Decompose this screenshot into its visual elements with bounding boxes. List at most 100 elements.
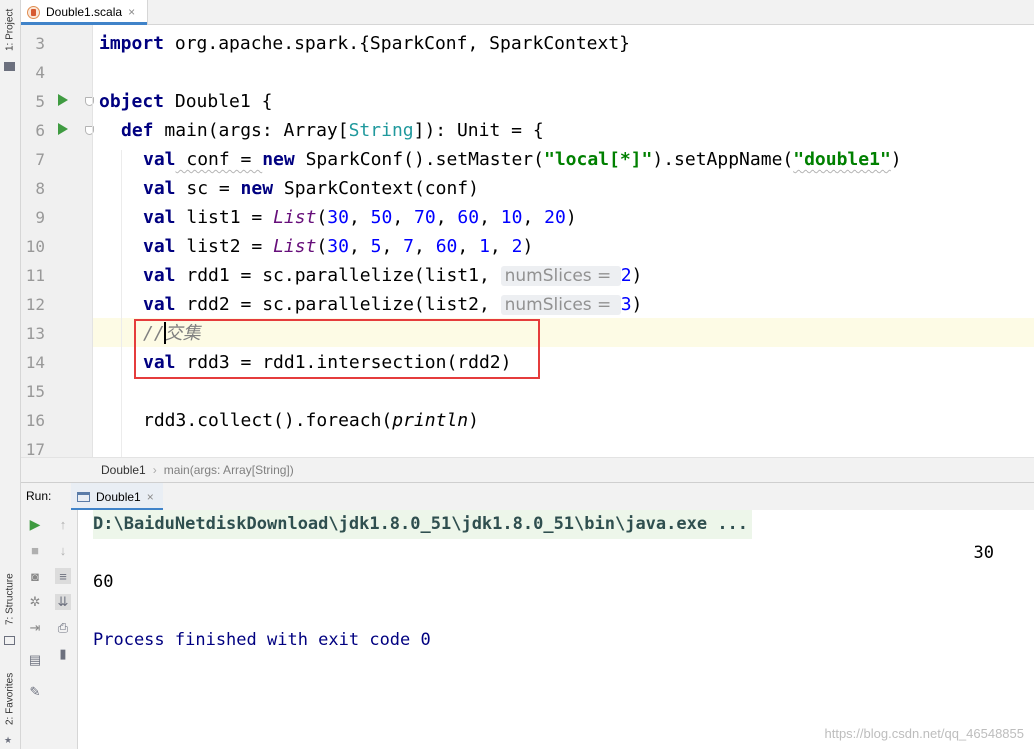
keyword: val [143, 178, 176, 199]
keyword: import [99, 33, 165, 54]
run-toolbar-primary: ▶ ■ ◙ ✲ ⇥ ▤ ✎ [21, 510, 49, 749]
console-command-line: D:\BaiduNetdiskDownload\jdk1.8.0_51\jdk1… [93, 510, 753, 539]
trash-icon[interactable]: ▮ [55, 646, 71, 662]
number-literal: 50 [370, 207, 393, 228]
console-icon [77, 491, 90, 502]
pin-icon[interactable]: ✎ [27, 684, 43, 700]
arrow-up-icon[interactable]: ↑ [55, 516, 71, 532]
code-line-12: val rdd2 = sc.parallelize(list2, numSlic… [143, 290, 642, 319]
line-number: 6 [35, 121, 45, 140]
type-name: String [348, 120, 414, 141]
code-text: , [435, 207, 458, 228]
code-text: org.apache.spark.{SparkConf, SparkContex… [164, 33, 631, 54]
soft-wrap-icon[interactable]: ≡ [55, 568, 71, 584]
watermark: https://blog.csdn.net/qq_46548855 [824, 726, 1025, 741]
code-text: ) [631, 265, 643, 286]
number-literal: 2 [511, 236, 523, 257]
run-main-icon[interactable] [58, 123, 68, 135]
keyword: val [143, 265, 176, 286]
breadcrumb-item-object[interactable]: Double1 [101, 463, 146, 477]
code-text: ) [565, 207, 577, 228]
code-line-9: val list1 = List(30, 50, 70, 60, 10, 20) [143, 203, 577, 232]
structure-tab-label: 7: Structure [4, 573, 16, 625]
code-text: , [348, 207, 371, 228]
camera-icon[interactable]: ◙ [27, 568, 43, 584]
number-literal: 7 [403, 236, 415, 257]
code-text: list1 = [175, 207, 274, 228]
line-number: 8 [35, 179, 45, 198]
code-text: , [479, 207, 501, 228]
parameter-hint: numSlices = [500, 295, 621, 315]
console-output-line: 60 [93, 572, 114, 592]
number-literal: 60 [435, 236, 458, 257]
run-object-icon[interactable] [58, 94, 68, 106]
structure-tool-tab[interactable]: 7: Structure [1, 565, 19, 633]
code-text: Double1 { [164, 91, 273, 112]
number-literal: 3 [620, 294, 632, 315]
file-tab-double1-scala[interactable]: Double1.scala × [21, 0, 148, 25]
keyword: val [143, 207, 176, 228]
print-icon[interactable]: ⎙ [55, 620, 71, 636]
code-text: sc = [175, 178, 241, 199]
line-number: 13 [25, 324, 45, 343]
number-literal: 30 [327, 207, 349, 228]
run-tab-double1[interactable]: Double1 × [71, 483, 163, 511]
code-line-3: import org.apache.spark.{SparkConf, Spar… [99, 29, 630, 58]
line-number: 5 [35, 92, 45, 111]
code-text: ) [522, 236, 534, 257]
code-text: , [522, 207, 545, 228]
code-text: list2 = [175, 236, 274, 257]
string-literal: "double1" [793, 149, 891, 170]
code-text: , [414, 236, 436, 257]
number-literal: 10 [500, 207, 523, 228]
line-number: 12 [25, 295, 45, 314]
code-text: SparkConf().setMaster( [294, 149, 544, 170]
code-text: , [381, 236, 404, 257]
folder-icon [4, 62, 15, 71]
line-number-gutter: 3 4 5 6 7 8 9 10 11 12 13 14 15 16 17 [21, 25, 94, 457]
run-label: Run: [26, 489, 52, 503]
code-line-16: rdd3.collect().foreach(println) [143, 406, 479, 435]
line-number: 9 [35, 208, 45, 227]
run-panel: ▶ ■ ◙ ✲ ⇥ ▤ ✎ ↑ ↓ ≡ ⇊ ⎙ ▮ D:\BaiduNetdis… [21, 510, 1034, 749]
rerun-icon[interactable]: ▶ [27, 516, 43, 532]
stop-icon[interactable]: ■ [27, 542, 43, 558]
function-name: List [273, 236, 317, 257]
keyword: val [143, 149, 176, 170]
arrow-down-icon[interactable]: ↓ [55, 542, 71, 558]
project-tool-tab[interactable]: 1: Project [1, 4, 19, 56]
keyword: val [143, 294, 176, 315]
code-editor[interactable]: 3 4 5 6 7 8 9 10 11 12 13 14 15 16 17 im… [21, 25, 1034, 457]
line-number: 7 [35, 150, 45, 169]
favorites-tool-tab[interactable]: 2: Favorites [1, 666, 19, 732]
code-line-10: val list2 = List(30, 5, 7, 60, 1, 2) [143, 232, 533, 261]
run-tab-label: Double1 [96, 489, 141, 504]
scroll-to-end-icon[interactable]: ⇊ [55, 594, 71, 610]
line-number: 11 [25, 266, 45, 285]
left-tool-strip: 1: Project 7: Structure 2: Favorites ★ [0, 0, 21, 749]
code-line-6: def main(args: Array[String]): Unit = { [121, 116, 544, 145]
code-line-5: object Double1 { [99, 87, 272, 116]
code-line-8: val sc = new SparkContext(conf) [143, 174, 479, 203]
code-text: , [489, 236, 512, 257]
keyword: val [143, 236, 176, 257]
favorites-tab-label: 2: Favorites [4, 672, 16, 726]
close-run-tab-icon[interactable]: × [147, 490, 154, 504]
breadcrumb-item-method[interactable]: main(args: Array[String]) [164, 463, 294, 477]
number-literal: 70 [414, 207, 436, 228]
code-text: ) [631, 294, 643, 315]
layout-icon[interactable]: ▤ [27, 652, 43, 668]
close-tab-icon[interactable]: × [128, 5, 135, 19]
run-toolbar-secondary: ↑ ↓ ≡ ⇊ ⎙ ▮ [49, 510, 78, 749]
settings-icon[interactable]: ✲ [27, 594, 43, 610]
code-text: main(args: Array[ [153, 120, 349, 141]
line-number: 15 [25, 382, 45, 401]
line-number: 10 [25, 237, 45, 256]
code-text: rdd3.collect().foreach( [143, 410, 393, 431]
breadcrumb: Double1 › main(args: Array[String]) [21, 457, 1034, 482]
exit-icon[interactable]: ⇥ [27, 620, 43, 636]
code-text: , [348, 236, 371, 257]
code-text: ( [316, 236, 328, 257]
line-number: 14 [25, 353, 45, 372]
number-literal: 2 [620, 265, 632, 286]
